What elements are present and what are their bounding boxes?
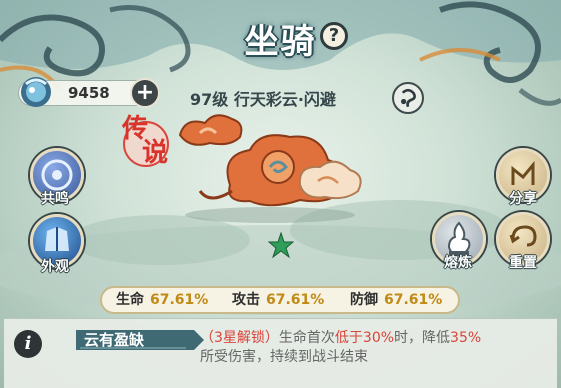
stat-defense-value: 67.61% bbox=[384, 292, 443, 308]
info-icon[interactable]: i bbox=[14, 330, 42, 358]
share-label: 分享 bbox=[509, 191, 537, 207]
star-icon bbox=[268, 232, 294, 258]
reset-label: 重置 bbox=[509, 255, 537, 271]
rarity-legend-seal: 传 说 bbox=[120, 114, 172, 174]
currency-value: 9458 bbox=[68, 84, 110, 102]
skill-name: 云有盈缺 bbox=[84, 331, 145, 349]
stat-defense: 防御 67.61% bbox=[350, 290, 442, 310]
swap-mount-button[interactable] bbox=[392, 82, 424, 114]
cloud-mount-image bbox=[178, 114, 362, 223]
resonance-label: 共鸣 bbox=[41, 191, 69, 207]
desc-threshold: 低于30% bbox=[334, 330, 395, 346]
page-title: 坐骑 bbox=[244, 22, 317, 62]
help-button[interactable]: ? bbox=[320, 22, 348, 50]
desc-c: 时，降低 bbox=[394, 330, 451, 346]
stat-attack-value: 67.61% bbox=[266, 292, 325, 308]
stat-defense-label: 防御 bbox=[350, 292, 378, 308]
stat-hp-value: 67.61% bbox=[150, 292, 209, 308]
stat-hp: 生命 67.61% bbox=[116, 290, 208, 310]
skill-description-line2: 所受伤害，持续到战斗结束 bbox=[200, 349, 368, 365]
stat-attack-label: 攻击 bbox=[232, 292, 260, 308]
add-currency-button[interactable]: + bbox=[130, 78, 160, 108]
rarity-char-2: 说 bbox=[142, 138, 169, 168]
smelt-label: 熔炼 bbox=[444, 255, 472, 271]
skill-description: （3星解锁）生命首次低于30%时，降低35% bbox=[200, 329, 540, 348]
desc-reduction: 35% bbox=[450, 330, 482, 346]
unlock-condition: （3星解锁） bbox=[200, 330, 279, 346]
stat-hp-label: 生命 bbox=[116, 292, 144, 308]
spirit-crystal-icon bbox=[21, 77, 51, 107]
stat-attack: 攻击 67.61% bbox=[232, 290, 324, 310]
desc-a: 生命首次 bbox=[278, 330, 335, 346]
appearance-label: 外观 bbox=[41, 259, 69, 275]
